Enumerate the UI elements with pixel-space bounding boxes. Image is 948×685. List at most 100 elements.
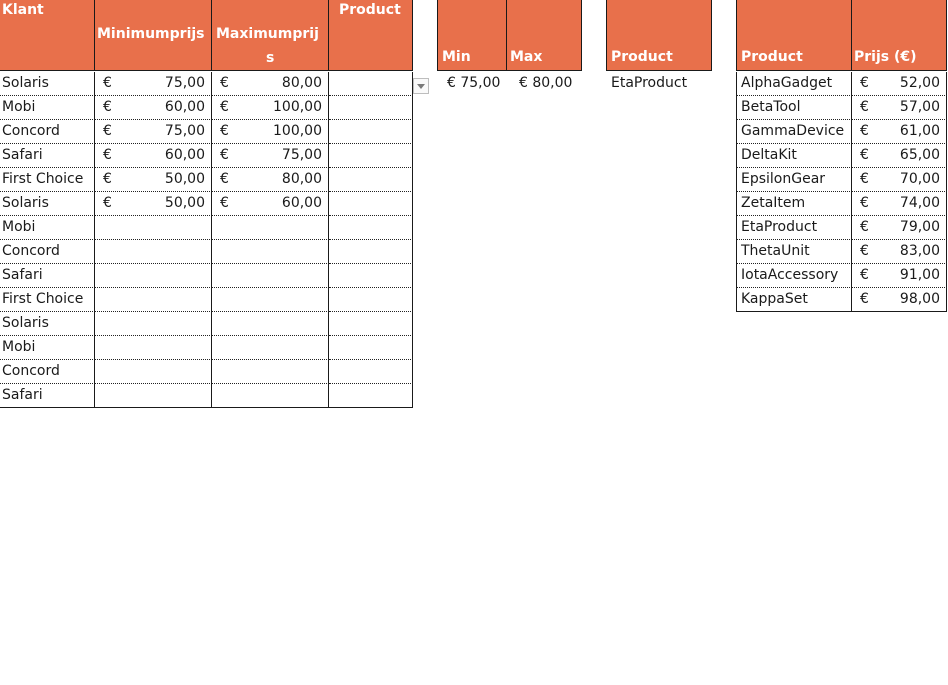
table-cell-klant[interactable]: Mobi [0,216,95,240]
table-cell-klant[interactable]: Concord [0,120,95,144]
table-cell-maximumprijs[interactable] [212,336,329,360]
product-list-name[interactable]: KappaSet [736,288,852,312]
currency-symbol: € [220,123,229,139]
table-cell-product[interactable] [329,336,413,360]
product-list-name[interactable]: ZetaItem [736,192,852,216]
currency-symbol: € [860,243,869,259]
table-cell-product[interactable] [329,240,413,264]
table-cell-product[interactable] [329,312,413,336]
header-maximumprijs[interactable]: Maximumprij s [212,0,329,71]
table-cell-maximumprijs[interactable]: €80,00 [212,72,329,96]
table-cell-minimumprijs[interactable] [95,216,212,240]
header-min[interactable]: Min [437,0,507,71]
table-cell-minimumprijs[interactable] [95,240,212,264]
amount: 75,00 [164,75,205,91]
product-list-price[interactable]: €79,00 [852,216,947,240]
table-cell-maximumprijs[interactable] [212,288,329,312]
product-result-value[interactable]: EtaProduct [611,72,687,96]
table-cell-klant[interactable]: First Choice [0,288,95,312]
max-value[interactable]: € 80,00 [519,72,572,96]
table-cell-minimumprijs[interactable] [95,336,212,360]
table-cell-klant[interactable]: Safari [0,144,95,168]
header-product[interactable]: Product [329,0,413,71]
table-cell-product[interactable] [329,384,413,408]
cell-dropdown-button[interactable] [413,78,429,94]
table-cell-klant[interactable]: Concord [0,240,95,264]
table-cell-klant[interactable]: Solaris [0,312,95,336]
header-product-result[interactable]: Product [606,0,712,71]
table-cell-product[interactable] [329,72,413,96]
table-cell-klant[interactable]: Safari [0,384,95,408]
table-cell-product[interactable] [329,120,413,144]
currency-symbol: € [220,99,229,115]
currency-symbol: € [860,171,869,187]
table-cell-product[interactable] [329,288,413,312]
product-list-price[interactable]: €57,00 [852,96,947,120]
table-cell-minimumprijs[interactable] [95,264,212,288]
table-cell-product[interactable] [329,168,413,192]
table-cell-klant[interactable]: First Choice [0,168,95,192]
product-list-name[interactable]: EtaProduct [736,216,852,240]
amount: 50,00 [164,195,205,211]
table-cell-minimumprijs[interactable] [95,312,212,336]
table-cell-minimumprijs[interactable] [95,288,212,312]
table-cell-maximumprijs[interactable]: €100,00 [212,120,329,144]
min-value[interactable]: € 75,00 [447,72,500,96]
header-product-list[interactable]: Product [736,0,852,71]
table-cell-minimumprijs[interactable]: €50,00 [95,168,212,192]
table-cell-klant[interactable]: Concord [0,360,95,384]
table-cell-maximumprijs[interactable]: €100,00 [212,96,329,120]
table-cell-minimumprijs[interactable] [95,360,212,384]
currency-symbol: € [860,291,869,307]
table-cell-minimumprijs[interactable]: €50,00 [95,192,212,216]
table-cell-maximumprijs[interactable]: €75,00 [212,144,329,168]
table-cell-product[interactable] [329,264,413,288]
amount: 57,00 [899,99,940,115]
table-cell-minimumprijs[interactable]: €60,00 [95,96,212,120]
table-cell-klant[interactable]: Solaris [0,72,95,96]
table-cell-klant[interactable]: Safari [0,264,95,288]
table-cell-maximumprijs[interactable]: €60,00 [212,192,329,216]
table-cell-minimumprijs[interactable]: €75,00 [95,120,212,144]
product-list-price[interactable]: €74,00 [852,192,947,216]
header-minimumprijs-label: Minimumprijs [97,26,205,42]
product-list-price[interactable]: €70,00 [852,168,947,192]
product-list-price[interactable]: €52,00 [852,72,947,96]
table-cell-klant[interactable]: Mobi [0,336,95,360]
product-list-name[interactable]: ThetaUnit [736,240,852,264]
product-list-name[interactable]: AlphaGadget [736,72,852,96]
table-cell-maximumprijs[interactable] [212,264,329,288]
table-cell-klant[interactable]: Mobi [0,96,95,120]
table-cell-product[interactable] [329,192,413,216]
table-cell-maximumprijs[interactable] [212,360,329,384]
header-minimumprijs[interactable]: Minimumprijs [95,0,212,71]
product-list-price[interactable]: €91,00 [852,264,947,288]
table-cell-product[interactable] [329,216,413,240]
table-cell-maximumprijs[interactable] [212,240,329,264]
table-cell-minimumprijs[interactable]: €60,00 [95,144,212,168]
table-cell-minimumprijs[interactable] [95,384,212,408]
table-cell-maximumprijs[interactable] [212,384,329,408]
amount: 52,00 [899,75,940,91]
header-max[interactable]: Max [507,0,582,71]
product-list-name[interactable]: GammaDevice [736,120,852,144]
header-prijs[interactable]: Prijs (€) [852,0,947,71]
currency-symbol: € [103,75,112,91]
product-list-price[interactable]: €98,00 [852,288,947,312]
table-cell-klant[interactable]: Solaris [0,192,95,216]
header-klant[interactable]: Klant [0,0,95,71]
product-list-name[interactable]: DeltaKit [736,144,852,168]
table-cell-maximumprijs[interactable] [212,216,329,240]
table-cell-maximumprijs[interactable] [212,312,329,336]
product-list-name[interactable]: BetaTool [736,96,852,120]
table-cell-maximumprijs[interactable]: €80,00 [212,168,329,192]
table-cell-product[interactable] [329,144,413,168]
table-cell-product[interactable] [329,360,413,384]
product-list-price[interactable]: €61,00 [852,120,947,144]
product-list-price[interactable]: €65,00 [852,144,947,168]
product-list-name[interactable]: IotaAccessory [736,264,852,288]
product-list-price[interactable]: €83,00 [852,240,947,264]
table-cell-minimumprijs[interactable]: €75,00 [95,72,212,96]
table-cell-product[interactable] [329,96,413,120]
product-list-name[interactable]: EpsilonGear [736,168,852,192]
